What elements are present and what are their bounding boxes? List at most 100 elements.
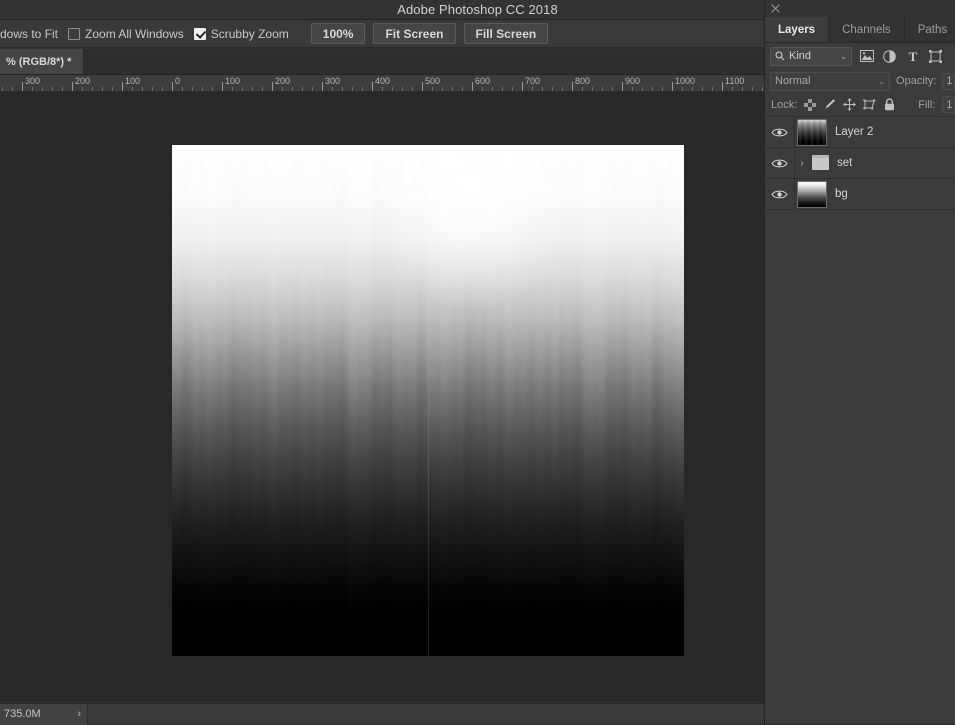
ruler-tick-minor [692,87,693,91]
close-icon[interactable] [770,3,781,14]
folder-icon[interactable] [810,154,832,172]
document-size-status[interactable]: 735.0M › [0,703,88,725]
eye-icon [771,159,788,167]
ruler-tick-minor [502,87,503,91]
ruler-label: 100 [225,76,241,86]
layer-thumbnail-cell [795,118,827,146]
ruler-tick-minor [152,87,153,91]
chevron-right-icon[interactable]: › [797,158,807,169]
ruler-tick-minor [452,87,453,91]
layers-panel: Layers Channels Paths Kind ⌄ T Normal ⌄ … [764,0,955,724]
ruler-tick-minor [742,87,743,91]
ruler-tick-major [122,82,123,91]
ruler-tick-minor [382,87,383,91]
layer-name[interactable]: Layer 2 [827,126,873,138]
ruler-tick-minor [492,87,493,91]
ruler-tick-minor [182,87,183,91]
ruler-label: 400 [375,76,391,86]
ruler-tick-minor [162,87,163,91]
fit-screen-button[interactable]: Fit Screen [373,23,456,44]
ruler-tick-minor [442,87,443,91]
lock-image-pixels-icon[interactable] [823,98,836,112]
layer-row[interactable]: bg [765,178,955,210]
tab-channels[interactable]: Channels [829,17,905,42]
fill-field[interactable]: 1 [942,96,955,113]
ruler-tick-minor [302,87,303,91]
ruler-tick-minor [702,87,703,91]
ruler-tick-minor [582,87,583,91]
ruler-tick-minor [612,87,613,91]
ruler-tick-major [672,82,673,91]
resize-windows-to-fit-option[interactable]: dows to Fit [0,27,58,41]
tab-layers[interactable]: Layers [765,17,830,42]
blend-mode-row: Normal ⌄ Opacity: 1 [765,69,955,93]
blend-mode-select[interactable]: Normal ⌄ [770,71,891,91]
shape-filter-icon[interactable] [927,48,944,65]
status-expand-icon[interactable]: › [77,708,81,720]
ruler-tick-minor [252,87,253,91]
zoom-all-windows-checkbox[interactable] [68,27,81,40]
ruler-label: 600 [475,76,491,86]
lock-position-icon[interactable] [843,98,857,112]
type-filter-icon[interactable]: T [904,48,921,65]
ruler-tick-major [322,82,323,91]
adjustment-filter-icon[interactable] [881,48,898,65]
ruler-tick-minor [402,87,403,91]
ruler-tick-major [372,82,373,91]
scrubby-zoom-option[interactable]: Scrubby Zoom [193,27,289,41]
lock-artboard-icon[interactable] [863,98,876,112]
ruler-tick-major [72,82,73,91]
ruler-tick-minor [762,87,763,91]
lock-all-icon[interactable] [883,98,895,112]
layer-row[interactable]: Layer 2 [765,116,955,148]
ruler-tick-major [222,82,223,91]
document-tab-strip: % (RGB/8*) * [0,49,764,75]
ruler-tick-major [272,82,273,91]
opacity-field[interactable]: 1 [942,72,955,90]
panel-tab-group: Layers Channels Paths [765,17,955,43]
layer-name[interactable]: set [832,157,852,169]
scrubby-zoom-checkbox[interactable] [193,27,206,40]
ruler-tick-minor [602,87,603,91]
zoom-all-windows-option[interactable]: Zoom All Windows [68,27,184,41]
ruler-label: 800 [575,76,591,86]
document-tab[interactable]: % (RGB/8*) * [0,49,85,74]
layer-visibility-toggle[interactable] [765,116,795,148]
layer-visibility-toggle[interactable] [765,178,795,210]
layer-thumbnail[interactable] [797,180,827,208]
ruler-tick-minor [362,87,363,91]
lock-row: Lock: Fill: 1 [765,93,955,117]
ruler-tick-minor [512,87,513,91]
zoom-100-button[interactable]: 100% [310,23,366,44]
layer-list: Layer 2 › set bg [765,116,955,210]
canvas-area[interactable] [0,92,764,702]
fill-screen-button[interactable]: Fill Screen [463,23,549,44]
layer-name[interactable]: bg [827,188,848,200]
ruler-tick-minor [202,87,203,91]
document-size-value: 735.0M [4,708,41,720]
ruler-tick-major [172,82,173,91]
layer-row[interactable]: › set [765,147,955,179]
ruler-tick-major [622,82,623,91]
ruler-tick-major [472,82,473,91]
chevron-down-icon: ⌄ [840,51,847,61]
lock-transparency-icon[interactable] [804,98,817,112]
tab-paths[interactable]: Paths [904,17,955,42]
svg-text:T: T [908,50,917,63]
document-canvas[interactable] [172,145,684,656]
filter-kind-select[interactable]: Kind ⌄ [770,46,852,66]
ruler-tick-minor [412,87,413,91]
ruler-tick-minor [242,87,243,91]
ruler-tick-minor [652,87,653,91]
lock-label: Lock: [771,98,798,111]
photoshop-window: Adobe Photoshop CC 2018 dows to Fit Zoom… [0,0,955,725]
horizontal-ruler[interactable]: 300 200 100 0 100 200 300 400 500 600 700 800 900 100… [0,75,764,92]
ruler-tick-minor [192,87,193,91]
layer-thumbnail[interactable] [797,118,827,146]
image-filter-icon[interactable] [858,48,875,65]
ruler-label: 200 [75,76,91,86]
ruler-tick-minor [432,87,433,91]
panel-title-bar [765,0,955,17]
layer-visibility-toggle[interactable] [765,147,795,179]
app-title: Adobe Photoshop CC 2018 [397,2,558,17]
